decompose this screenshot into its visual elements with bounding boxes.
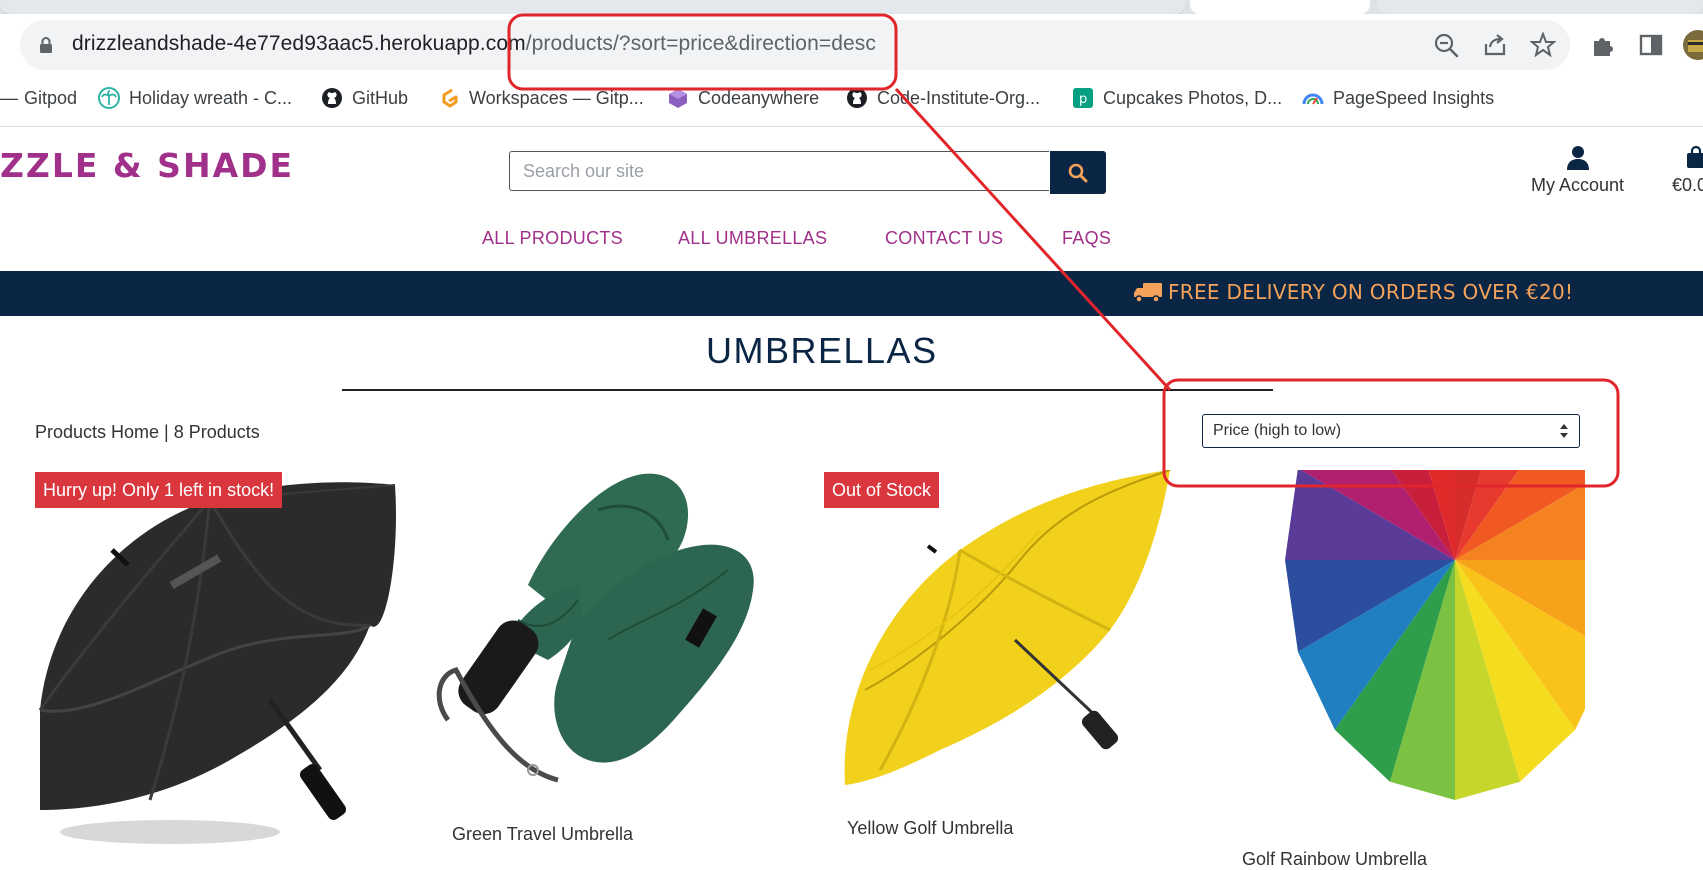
product-name[interactable]: Golf Rainbow Umbrella: [1242, 849, 1427, 870]
tab-background[interactable]: [1378, 0, 1703, 14]
url-path: /products/?sort=price&direction=desc: [525, 32, 876, 55]
product-name[interactable]: Green Travel Umbrella: [452, 824, 633, 845]
lock-icon[interactable]: [38, 36, 54, 54]
github-icon: [322, 88, 342, 108]
tab-active[interactable]: [1190, 0, 1370, 14]
products-count[interactable]: Products Home | 8 Products: [35, 422, 260, 443]
extensions-icon[interactable]: [1590, 32, 1616, 58]
bookmark-holiday-wreath[interactable]: Holiday wreath - C...: [98, 84, 292, 112]
bookmark-label: Gitpod: [24, 87, 78, 108]
product-image-yellow-umbrella[interactable]: [840, 470, 1180, 800]
bag-total[interactable]: €0.0: [1672, 175, 1703, 196]
pagespeed-icon: [1302, 93, 1324, 105]
promo-text: FREE DELIVERY ON ORDERS OVER €20!: [1168, 280, 1574, 304]
gitpod-orange-icon: [442, 88, 458, 108]
bookmark-label: Holiday wreath - C...: [129, 87, 293, 108]
sort-selected-value: Price (high to low): [1213, 422, 1342, 439]
profile-avatar[interactable]: [1682, 28, 1703, 62]
bookmark-gitpod[interactable]: — Gitpod: [0, 84, 77, 112]
nav-all-umbrellas[interactable]: ALL UMBRELLAS: [678, 228, 827, 249]
bookmark-github[interactable]: GitHub: [321, 84, 408, 112]
nav-contact-us[interactable]: CONTACT US: [885, 228, 1003, 249]
bookmark-workspaces[interactable]: Workspaces — Gitp...: [438, 84, 644, 112]
pexels-icon: p: [1073, 88, 1093, 108]
page-title: UMBRELLAS: [706, 330, 938, 371]
bookmark-label: PageSpeed Insights: [1333, 87, 1495, 108]
search-input[interactable]: [510, 152, 1049, 190]
account-link[interactable]: My Account: [1520, 145, 1635, 200]
bookmark-label: Code-Institute-Org...: [877, 87, 1041, 108]
url-text[interactable]: drizzleandshade-4e77ed93aac5.herokuapp.c…: [72, 32, 876, 56]
tab-strip: [0, 0, 1703, 15]
account-label: My Account: [1530, 175, 1625, 195]
title-divider: [342, 389, 1273, 391]
site-logo[interactable]: ZZLE & SHADE: [0, 146, 294, 185]
bookmark-pagespeed[interactable]: PageSpeed Insights: [1302, 84, 1494, 112]
bookmark-cupcakes-photos[interactable]: p Cupcakes Photos, D...: [1072, 84, 1282, 112]
search-box: [509, 151, 1049, 191]
side-panel-icon[interactable]: [1638, 32, 1664, 58]
stock-badge: Hurry up! Only 1 left in stock!: [35, 472, 283, 508]
search-button[interactable]: [1050, 151, 1106, 194]
url-host: drizzleandshade-4e77ed93aac5.herokuapp.c…: [72, 32, 526, 55]
product-name[interactable]: Yellow Golf Umbrella: [847, 818, 1013, 839]
user-icon: [1567, 146, 1589, 170]
stock-badge: Out of Stock: [824, 472, 940, 508]
nav-all-products[interactable]: ALL PRODUCTS: [482, 228, 623, 249]
zoom-out-icon[interactable]: [1433, 32, 1459, 58]
bookmark-label: Codeanywhere: [698, 87, 820, 108]
star-icon[interactable]: [1530, 32, 1556, 58]
svg-text:p: p: [1079, 92, 1087, 107]
product-image-green-umbrella[interactable]: [428, 470, 798, 800]
nav-faqs[interactable]: FAQS: [1062, 228, 1111, 249]
bookmark-label: Workspaces — Gitp...: [469, 87, 644, 108]
bookmark-label: Cupcakes Photos, D...: [1103, 87, 1283, 108]
share-icon[interactable]: [1482, 32, 1508, 58]
truck-icon: [1134, 283, 1162, 303]
product-image-black-umbrella[interactable]: [30, 470, 400, 850]
shopping-bag-icon[interactable]: [1686, 146, 1703, 168]
sort-select[interactable]: Price (high to low): [1202, 414, 1580, 448]
select-arrows-icon: [1560, 424, 1568, 438]
bookmark-codeanywhere[interactable]: Codeanywhere: [667, 84, 819, 112]
product-image-rainbow-umbrella[interactable]: [1215, 470, 1585, 830]
search-icon: [1068, 163, 1088, 183]
bookmark-code-institute-org[interactable]: Code-Institute-Org...: [846, 84, 1040, 112]
codeanywhere-icon: [669, 89, 687, 108]
tab-background[interactable]: [0, 0, 1185, 15]
github-icon: [847, 88, 867, 108]
palm-tree-icon: [98, 87, 120, 109]
bookmark-label: GitHub: [352, 87, 409, 108]
